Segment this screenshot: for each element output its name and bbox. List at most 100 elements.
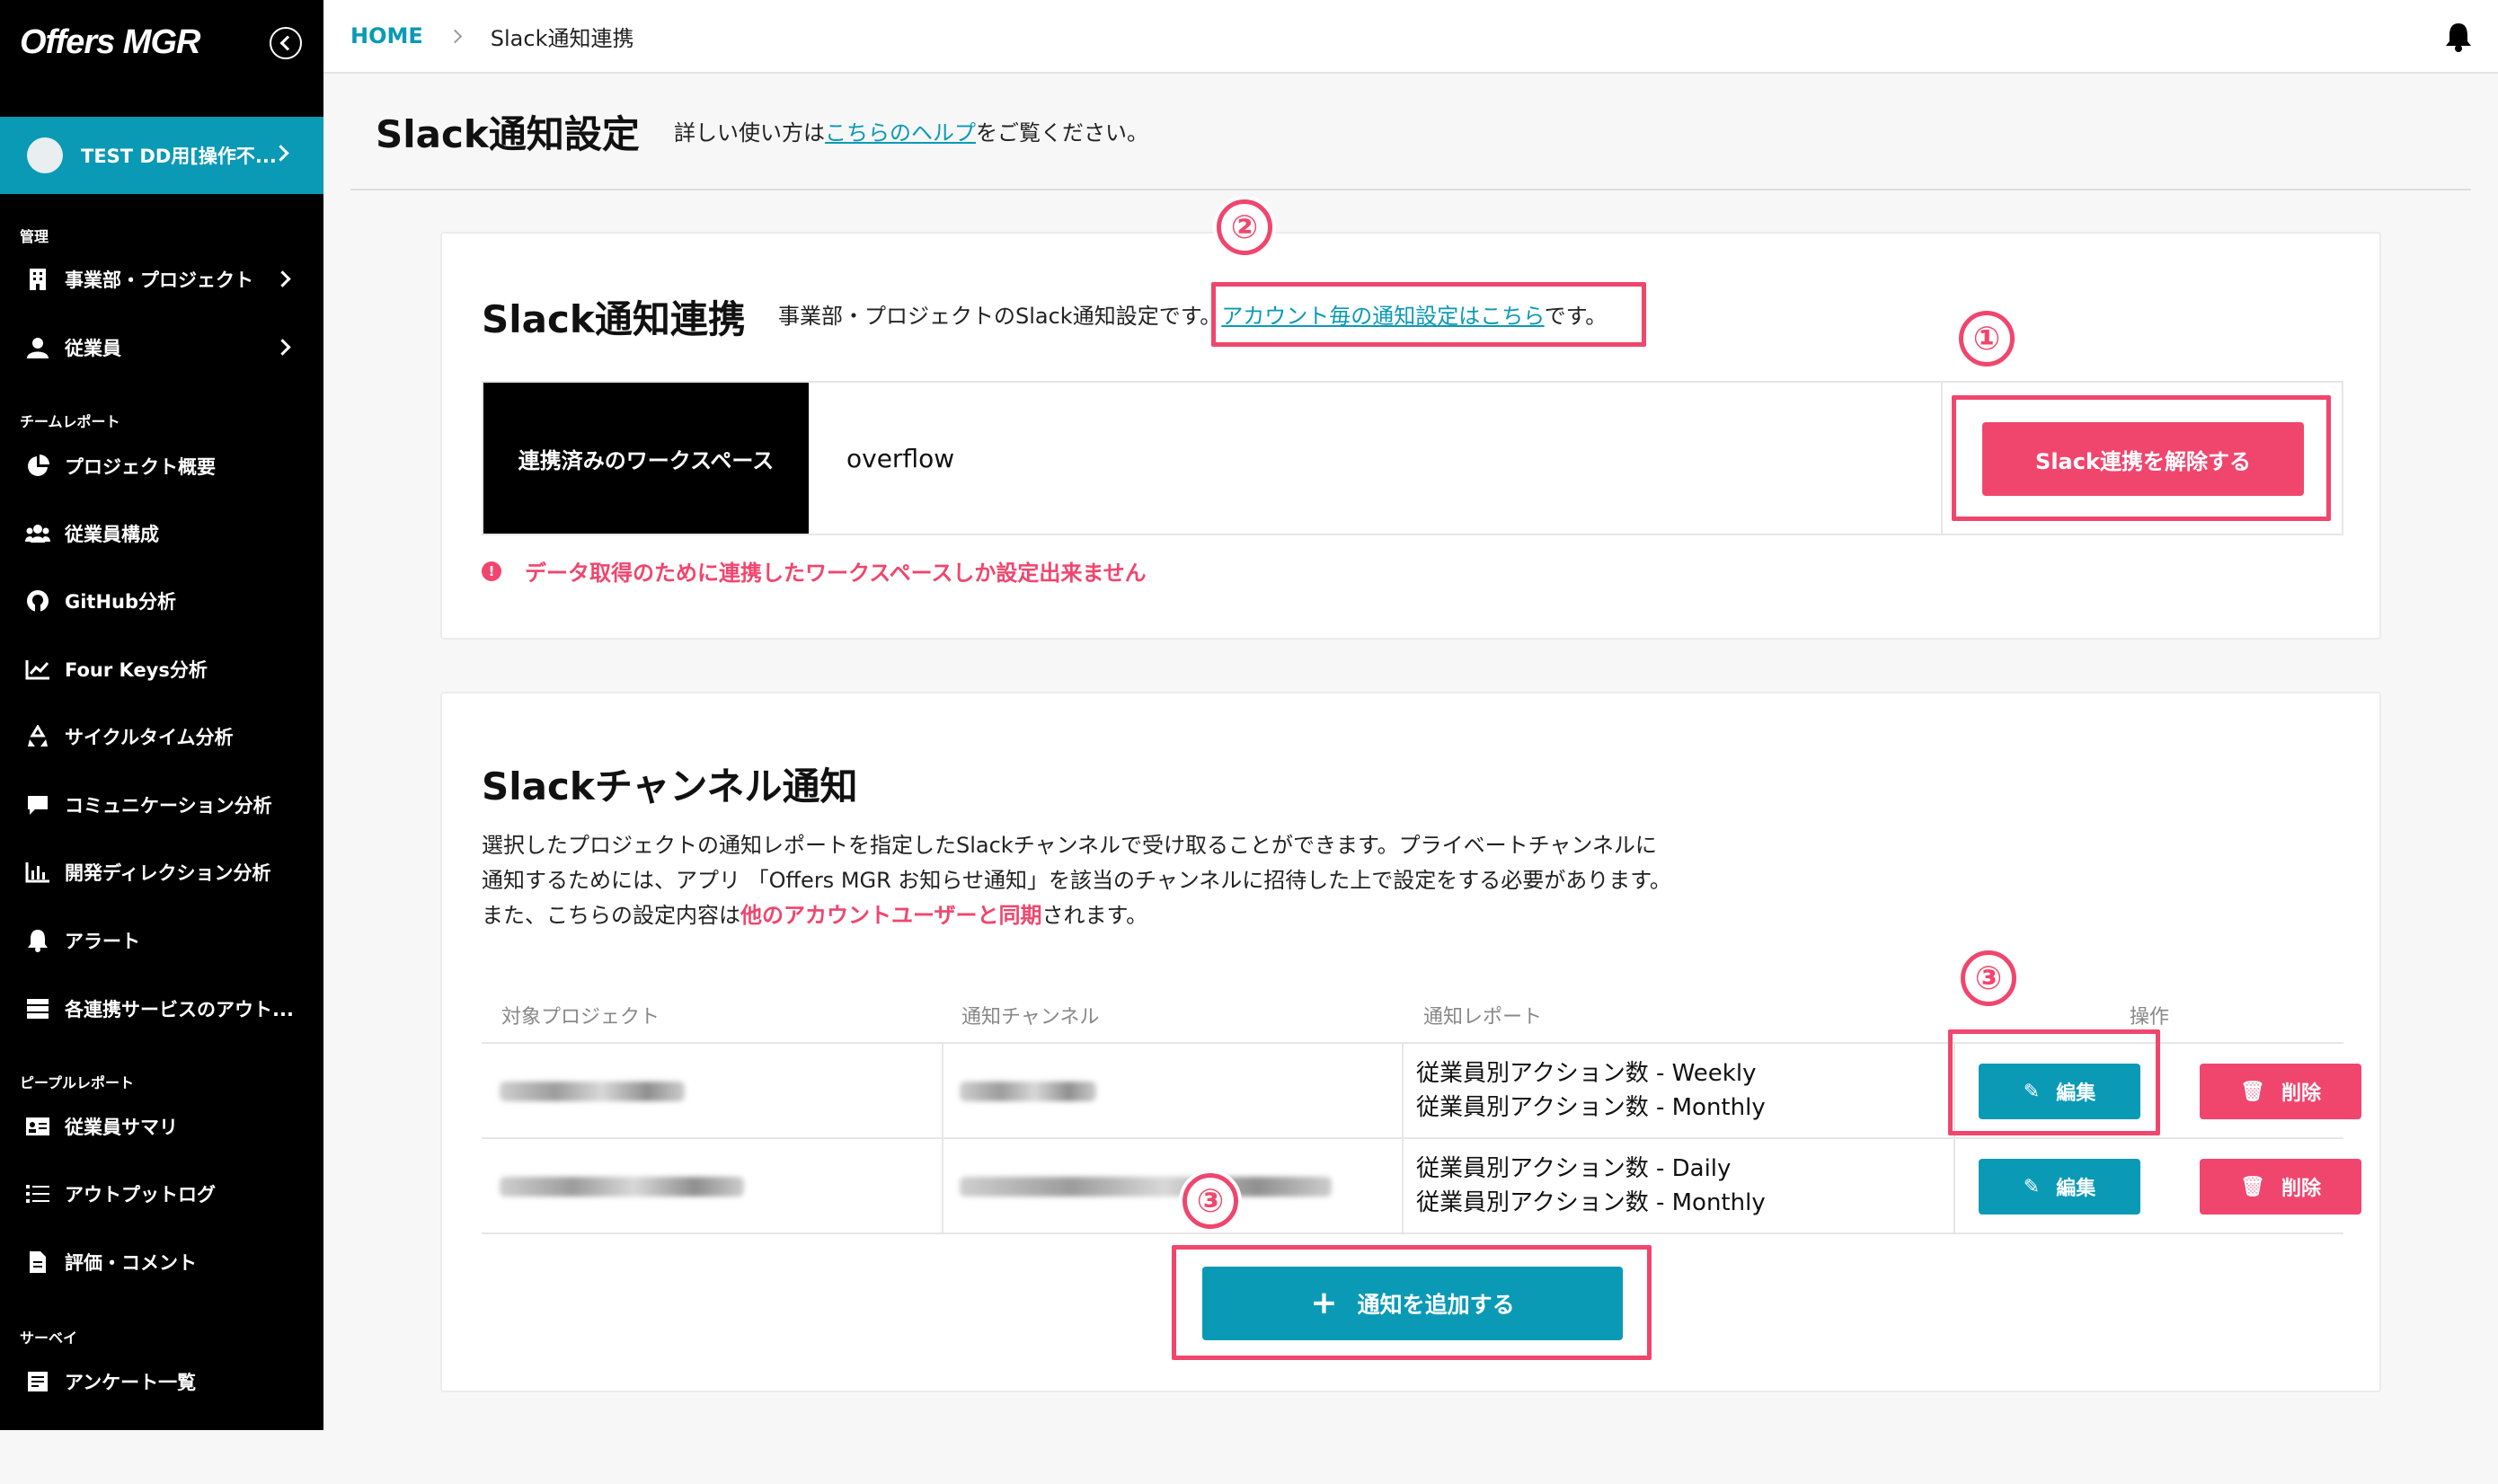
delete-label: 削除 xyxy=(2281,1178,2321,1200)
notification-bell-icon[interactable] xyxy=(2444,22,2473,52)
channels-desc-line: 選択したプロジェクトの通知レポートを指定したSlackチャンネルで受け取ることが… xyxy=(482,833,1657,858)
column-divider xyxy=(1402,1139,1404,1232)
chevron-right-icon xyxy=(274,339,291,356)
sync-highlight: 他のアカウントユーザーと同期 xyxy=(740,903,1042,928)
page-help-text: 詳しい使い方はこちらのヘルプをご覧ください。 xyxy=(674,115,1148,146)
column-divider xyxy=(1402,1044,1404,1137)
report-list: 従業員別アクション数 - Weekly 従業員別アクション数 - Monthly xyxy=(1416,1056,1766,1125)
sidebar-item-employee-summary[interactable]: 従業員サマリ xyxy=(25,1104,304,1149)
workspace-warning: ! データ取得のために連携したワークスペースしか設定出来ません xyxy=(482,555,1147,587)
column-divider xyxy=(942,1139,943,1232)
desc-line3-suffix: されます。 xyxy=(1041,903,1148,928)
column-header-project: 対象プロジェクト xyxy=(501,1006,660,1029)
section-label-team: チームレポート xyxy=(20,413,120,430)
sidebar-item-employees[interactable]: 従業員 xyxy=(25,325,304,370)
report-list: 従業員別アクション数 - Daily 従業員別アクション数 - Monthly xyxy=(1416,1152,1766,1220)
help-link[interactable]: こちらのヘルプ xyxy=(825,120,976,146)
github-icon xyxy=(25,588,50,614)
sidebar-item-integration-output[interactable]: 各連携サービスのアウト... xyxy=(25,986,304,1031)
sidebar-item-evaluation[interactable]: 評価・コメント xyxy=(25,1240,304,1285)
form-icon xyxy=(25,1369,50,1394)
collapse-sidebar-button[interactable] xyxy=(270,27,302,59)
chevron-right-icon xyxy=(447,29,463,43)
sidebar-item-survey-list[interactable]: アンケート一覧 xyxy=(25,1359,304,1404)
bar-chart-icon xyxy=(25,860,50,885)
section-label-survey: サーベイ xyxy=(20,1329,78,1347)
building-icon xyxy=(25,267,50,292)
user-switcher[interactable]: TEST DD用[操作不... xyxy=(0,117,323,194)
app-root: Offers MGR TEST DD用[操作不... 管理 事業部・プロジェクト… xyxy=(0,0,2498,1484)
sidebar-item-output-log[interactable]: アウトプットログ xyxy=(25,1171,304,1216)
sidebar-item-label: アウトプットログ xyxy=(65,1184,216,1206)
section-label-people: ピープルレポート xyxy=(20,1074,135,1091)
avatar xyxy=(27,137,63,173)
sidebar-item-label: 開発ディレクション分析 xyxy=(65,862,271,884)
delete-button[interactable]: 🗑 削除 xyxy=(2200,1159,2361,1215)
annotation-badge-2: ② xyxy=(1217,199,1272,255)
report-item: 従業員別アクション数 - Daily xyxy=(1416,1155,1732,1182)
edit-icon: ✎ xyxy=(2023,1175,2041,1198)
column-header-channel: 通知チャンネル xyxy=(961,1006,1100,1029)
sidebar-item-project-overview[interactable]: プロジェクト概要 xyxy=(25,444,304,489)
sidebar-item-departments[interactable]: 事業部・プロジェクト xyxy=(25,257,304,302)
breadcrumb-current: Slack通知連携 xyxy=(490,25,634,51)
sidebar-item-label: プロジェクト概要 xyxy=(65,456,216,478)
chevron-right-icon xyxy=(274,270,291,287)
edit-button[interactable]: ✎ 編集 xyxy=(1979,1159,2140,1215)
server-icon xyxy=(25,996,50,1021)
column-header-report: 通知レポート xyxy=(1423,1006,1543,1029)
highlight-account-link xyxy=(1211,282,1646,347)
integration-title: Slack通知連携 xyxy=(482,297,746,341)
breadcrumb-home[interactable]: HOME xyxy=(350,23,423,49)
sidebar-item-label: 評価・コメント xyxy=(65,1252,197,1274)
person-icon xyxy=(25,335,50,360)
channels-description: 選択したプロジェクトの通知レポートを指定したSlackチャンネルで受け取ることが… xyxy=(482,828,1671,933)
warning-text: データ取得のために連携したワークスペースしか設定出来ません xyxy=(525,561,1147,586)
sidebar-item-cycle-time[interactable]: サイクルタイム分析 xyxy=(25,714,304,759)
app-logo[interactable]: Offers MGR xyxy=(20,23,200,62)
help-prefix: 詳しい使い方は xyxy=(674,120,825,146)
highlight-edit xyxy=(1948,1029,2160,1135)
redacted-project xyxy=(500,1177,744,1197)
user-name: TEST DD用[操作不... xyxy=(81,146,277,167)
delete-button[interactable]: 🗑 削除 xyxy=(2200,1064,2361,1119)
integration-desc-prefix: 事業部・プロジェクトのSlack通知設定です。 xyxy=(778,304,1222,329)
sidebar-item-communication[interactable]: コミュニケーション分析 xyxy=(25,782,304,827)
page-title: Slack通知設定 xyxy=(376,112,640,156)
sidebar-item-alert[interactable]: アラート xyxy=(25,918,304,963)
redacted-channel xyxy=(960,1177,1332,1197)
sidebar-item-label: コミュニケーション分析 xyxy=(65,795,272,817)
sidebar-item-four-keys[interactable]: Four Keys分析 xyxy=(25,647,304,692)
sidebar-item-label: 事業部・プロジェクト xyxy=(65,269,253,291)
header: HOME Slack通知連携 xyxy=(323,0,2498,74)
annotation-badge-1: ① xyxy=(1959,311,2015,367)
delete-label: 削除 xyxy=(2281,1082,2321,1105)
sidebar-item-label: 各連携サービスのアウト... xyxy=(65,999,294,1020)
report-item: 従業員別アクション数 - Weekly xyxy=(1416,1060,1757,1087)
sidebar-item-employee-composition[interactable]: 従業員構成 xyxy=(25,511,304,556)
trash-icon: 🗑 xyxy=(2240,1175,2265,1198)
sidebar-item-label: 従業員 xyxy=(65,338,121,359)
column-header-actions: 操作 xyxy=(2130,1006,2170,1029)
workspace-value: overflow xyxy=(846,443,955,473)
column-divider xyxy=(942,1044,943,1137)
column-divider xyxy=(1953,1139,1955,1232)
section-label-manage: 管理 xyxy=(20,228,49,245)
sidebar-item-label: サイクルタイム分析 xyxy=(65,727,234,748)
sidebar-item-label: アラート xyxy=(65,931,140,952)
sidebar-item-dev-direction[interactable]: 開発ディレクション分析 xyxy=(25,850,304,895)
sidebar-item-label: アンケート一覧 xyxy=(65,1372,197,1393)
report-item: 従業員別アクション数 - Monthly xyxy=(1416,1189,1766,1216)
chat-icon xyxy=(25,792,50,817)
id-card-icon xyxy=(25,1114,50,1139)
pie-chart-icon xyxy=(25,454,50,479)
sidebar-item-github[interactable]: GitHub分析 xyxy=(25,579,304,623)
channels-title: Slackチャンネル通知 xyxy=(482,764,858,808)
recycle-icon xyxy=(25,724,50,749)
bell-icon xyxy=(25,928,50,953)
report-item: 従業員別アクション数 - Monthly xyxy=(1416,1094,1766,1121)
list-icon xyxy=(25,1181,50,1206)
highlight-unlink xyxy=(1952,395,2331,521)
desc-line3-prefix: また、こちらの設定内容は xyxy=(482,903,740,928)
channels-desc-line: また、こちらの設定内容は他のアカウントユーザーと同期されます。 xyxy=(482,898,1671,933)
